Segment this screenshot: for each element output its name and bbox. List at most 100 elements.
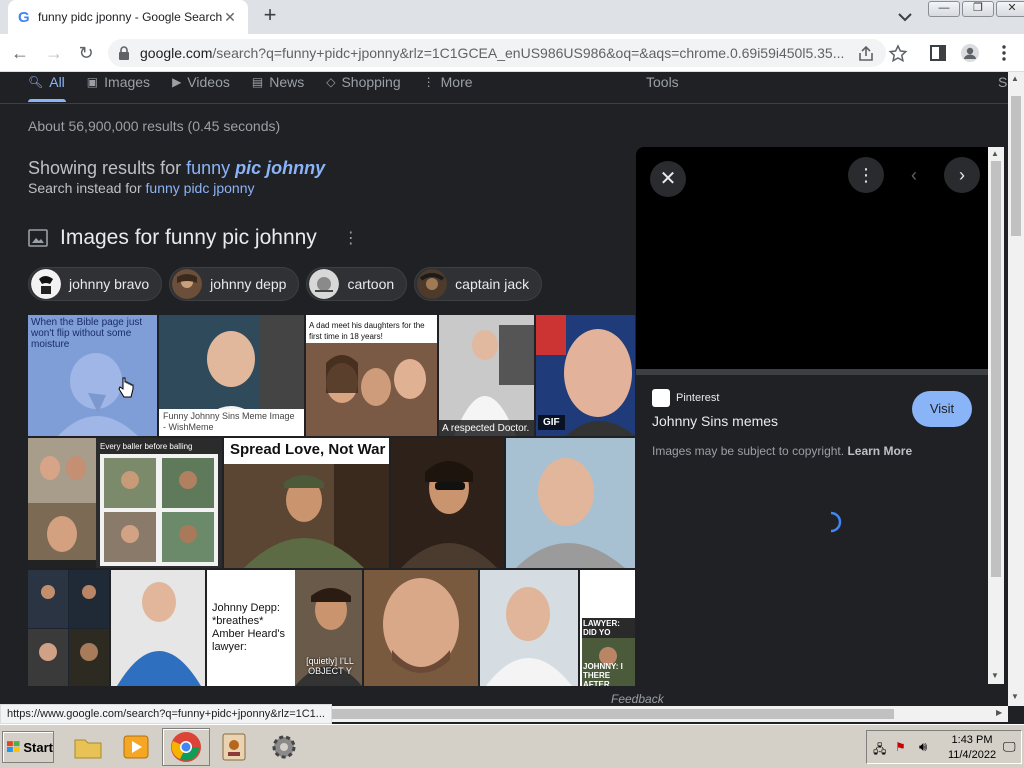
page-vertical-scrollbar[interactable]: ▲ ▼	[1008, 72, 1024, 706]
start-button[interactable]: Start	[2, 731, 54, 763]
settings-cutoff-text[interactable]: S	[998, 74, 1007, 90]
chip-thumbnail	[31, 269, 61, 299]
image-result-bald-smiling[interactable]	[506, 438, 635, 568]
kebab-icon: ⋮	[857, 165, 875, 185]
chevron-left-icon: ‹	[911, 165, 917, 185]
image-result-tweet[interactable]: LAWYER: DID YO HAPPENED AFTE JOHNNY: I T…	[580, 570, 635, 686]
chip-cartoon[interactable]: cartoon	[306, 267, 408, 301]
tab-news[interactable]: ▤ News	[252, 72, 304, 92]
tab-all[interactable]: 🔍︎ All	[28, 72, 65, 92]
chrome-menu-kebab-icon[interactable]	[994, 43, 1014, 63]
settings-taskbar-button[interactable]	[260, 728, 308, 766]
image-result-depp-smoking[interactable]	[391, 438, 504, 568]
scroll-down-arrow-icon[interactable]: ▼	[1011, 692, 1019, 701]
photo-illustration	[28, 438, 96, 568]
app-taskbar-button[interactable]	[210, 728, 258, 766]
visit-button[interactable]: Visit	[912, 391, 972, 427]
folder-icon	[74, 739, 102, 759]
volume-icon[interactable]: 🔊︎	[919, 739, 927, 755]
more-options-button[interactable]: ⋮	[848, 157, 884, 193]
security-alert-icon[interactable]: ⚑	[895, 740, 906, 754]
chevron-right-icon: ›	[959, 165, 965, 185]
image-result-doctor[interactable]: A respected Doctor.	[439, 315, 534, 436]
address-bar[interactable]: google.com/search?q=funny+pidc+jponny&rl…	[108, 39, 886, 67]
chip-thumbnail	[172, 269, 203, 299]
panel-scrollbar-thumb[interactable]	[991, 161, 1001, 577]
image-result-gif[interactable]: GIF	[536, 315, 635, 436]
forward-arrow-icon[interactable]: →	[42, 41, 66, 65]
close-panel-button[interactable]: ✕	[650, 161, 686, 197]
image-result-blue-shirt[interactable]	[111, 570, 205, 686]
google-favicon-icon: G	[18, 8, 30, 26]
learn-more-link[interactable]: Learn More	[847, 444, 912, 458]
images-menu-kebab-icon[interactable]: ⋮	[343, 228, 359, 248]
image-result-spread-love[interactable]: Spread Love, Not War	[224, 438, 389, 568]
browser-tab[interactable]: G funny pidc jponny - Google Search ✕	[8, 0, 248, 34]
tab-more[interactable]: ⋮ More	[423, 72, 473, 92]
scroll-up-arrow-icon[interactable]: ▲	[1011, 74, 1019, 83]
tab-search-chevron-icon[interactable]	[896, 9, 914, 25]
chip-thumbnail	[309, 269, 340, 299]
close-tab-icon[interactable]: ✕	[222, 9, 238, 26]
chip-johnny-depp[interactable]: johnny depp	[169, 267, 300, 301]
photo-illustration	[439, 315, 534, 436]
image-result-bible-meme[interactable]: When the Bible page just won't flip with…	[28, 315, 157, 436]
image-viewer-panel: ✕ ⋮ ‹ › Pinterest Johnny Sins memes Visi…	[636, 147, 988, 684]
side-panel-icon[interactable]	[928, 43, 948, 63]
tab-videos[interactable]: ▶ Videos	[172, 72, 230, 92]
minimize-button[interactable]: —	[928, 1, 960, 17]
app-icon	[222, 733, 246, 761]
back-arrow-icon[interactable]: ←	[8, 41, 32, 65]
url-text: google.com/search?q=funny+pidc+jponny&rl…	[140, 45, 845, 61]
tab-images[interactable]: ▣ Images	[87, 72, 150, 92]
feedback-link[interactable]: Feedback	[611, 692, 664, 706]
system-clock[interactable]: 1:43 PM 11/4/2022	[947, 733, 997, 763]
photo-illustration	[391, 438, 504, 568]
lock-icon[interactable]	[118, 46, 130, 60]
image-preview-area[interactable]	[636, 147, 988, 369]
scroll-right-arrow-icon[interactable]: ▶	[996, 708, 1002, 717]
image-result-dad-meme[interactable]: A dad meet his daughters for the first t…	[306, 315, 437, 436]
image-result-collage-1[interactable]	[28, 438, 96, 568]
image-result-bald-white-shirt[interactable]	[480, 570, 578, 686]
active-tab-underline	[28, 99, 66, 102]
reload-icon[interactable]: ↻	[74, 41, 98, 65]
image-result-baller[interactable]: Every baller before balling	[96, 438, 222, 568]
image-result-wishmeme[interactable]: Funny Johnny Sins Meme Image - WishMeme	[159, 315, 304, 436]
profile-avatar-icon[interactable]	[960, 43, 980, 63]
share-icon[interactable]	[856, 44, 876, 64]
original-query-link[interactable]: funny pidc jponny	[146, 180, 255, 196]
search-instead-for: Search instead for funny pidc jponny	[28, 180, 255, 196]
new-tab-button[interactable]: +	[258, 4, 282, 28]
image-refinement-chips: johnny bravo johnny depp cartoon captain…	[28, 267, 549, 301]
image-title[interactable]: Johnny Sins memes	[652, 413, 778, 429]
image-source[interactable]: Pinterest	[652, 389, 719, 407]
monitor-icon[interactable]: 🖵	[1003, 739, 1016, 755]
image-result-bearded[interactable]	[364, 570, 478, 686]
panel-scrollbar[interactable]: ▲ ▼	[988, 147, 1004, 684]
media-player-button[interactable]	[112, 728, 160, 766]
image-result-depp-lawyer[interactable]: Johnny Depp: *breathes* Amber Heard's la…	[207, 570, 362, 686]
maximize-button[interactable]: ❐	[962, 1, 994, 17]
file-explorer-button[interactable]	[64, 728, 112, 766]
next-image-button[interactable]: ›	[944, 157, 980, 193]
tab-shopping[interactable]: ◇ Shopping	[326, 72, 400, 92]
chip-johnny-bravo[interactable]: johnny bravo	[28, 267, 163, 301]
window-controls: — ❐ ✕	[926, 1, 1024, 17]
image-result-collage-2[interactable]	[28, 570, 109, 686]
tools-button[interactable]: Tools	[646, 74, 679, 90]
network-icon[interactable]: 🖧	[873, 740, 886, 761]
bookmark-star-icon[interactable]	[888, 44, 908, 64]
chrome-icon	[171, 732, 201, 762]
photo-illustration	[111, 570, 205, 686]
chip-captain-jack[interactable]: captain jack	[414, 267, 543, 301]
tag-icon: ◇	[326, 75, 336, 89]
previous-image-button[interactable]: ‹	[896, 157, 932, 193]
corrected-query-link[interactable]: funny pic johnny	[186, 158, 325, 178]
scroll-up-arrow-icon[interactable]: ▲	[991, 149, 999, 158]
scroll-down-arrow-icon[interactable]: ▼	[991, 671, 999, 680]
close-window-button[interactable]: ✕	[996, 1, 1024, 17]
media-player-icon	[123, 735, 149, 759]
page-scrollbar-thumb[interactable]	[1011, 96, 1021, 236]
chrome-taskbar-button[interactable]	[162, 728, 210, 766]
